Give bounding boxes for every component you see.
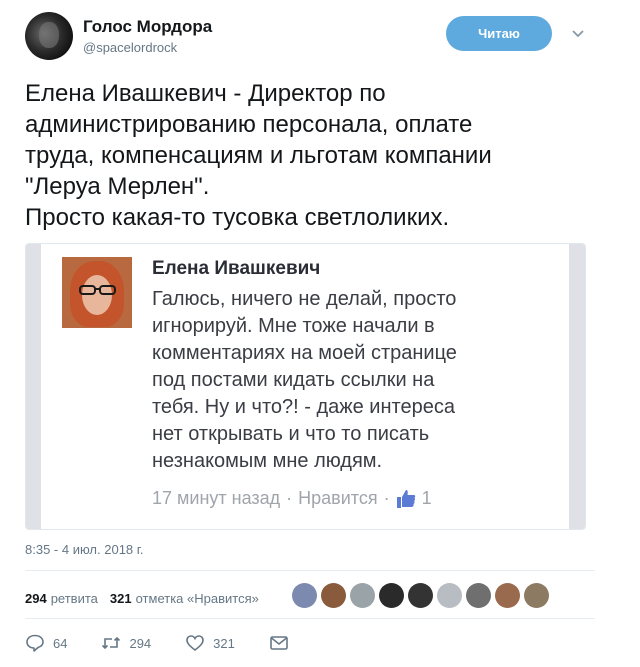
commenter-name: Елена Ивашкевич (152, 258, 321, 279)
profile-avatar[interactable] (25, 12, 73, 60)
retweets-count: 294 (25, 590, 47, 606)
meta-separator: · (286, 488, 293, 508)
likes-label: отметка «Нравится» (135, 590, 259, 606)
retweet-icon (102, 636, 121, 650)
liker-avatar[interactable] (437, 583, 462, 608)
tweet-timestamp[interactable]: 8:35 - 4 июл. 2018 г. (25, 542, 144, 557)
reply-icon (26, 634, 44, 652)
likes-count: 321 (109, 590, 132, 606)
liker-avatar[interactable] (379, 583, 404, 608)
tweet-header: Голос Мордора @spacelordrock Читаю (25, 12, 595, 64)
liker-avatar[interactable] (350, 583, 375, 608)
liker-avatar[interactable] (292, 583, 317, 608)
comment-like-count: 1 (421, 488, 432, 508)
comment-meta: 17 минут назад · Нравится · 1 (152, 488, 432, 509)
media-border-left (26, 244, 41, 529)
thumbs-up-icon (396, 489, 415, 508)
likes-stat[interactable]: 321 отметка «Нравится» (110, 591, 259, 606)
glasses-icon (79, 285, 116, 295)
tweet-stats: 294 ретвита 321 отметка «Нравится» (25, 588, 271, 608)
comment-time: 17 минут назад (152, 488, 281, 508)
media-image[interactable]: Елена Ивашкевич Галюсь, ничего не делай,… (25, 243, 586, 530)
liker-avatar[interactable] (524, 583, 549, 608)
tweet-actions: 64 294 321 (25, 632, 323, 654)
comment-body: Галюсь, ничего не делай, просто игнориру… (152, 288, 457, 472)
divider (25, 618, 595, 619)
retweet-button[interactable]: 294 (101, 633, 151, 653)
embedded-facebook-post: Елена Ивашкевич Галюсь, ничего не делай,… (41, 244, 569, 529)
heart-icon (186, 635, 204, 652)
commenter-photo (62, 257, 132, 328)
liker-avatar[interactable] (408, 583, 433, 608)
retweet-count: 294 (129, 635, 152, 651)
comment-like-label: Нравится (298, 488, 378, 508)
reply-count: 64 (53, 635, 68, 651)
like-count: 321 (213, 635, 235, 651)
liker-avatars (292, 583, 549, 609)
liker-avatar[interactable] (321, 583, 346, 608)
reply-button[interactable]: 64 (25, 633, 67, 653)
direct-message-button[interactable] (269, 633, 289, 653)
tweet-text: Елена Ивашкевич - Директор по администри… (25, 80, 492, 231)
liker-avatar[interactable] (466, 583, 491, 608)
meta-separator: · (383, 488, 390, 508)
media-border-right (569, 244, 585, 529)
envelope-icon (270, 636, 288, 650)
divider (25, 570, 595, 571)
retweets-label: ретвита (50, 590, 98, 606)
liker-avatar[interactable] (495, 583, 520, 608)
author-handle[interactable]: @spacelordrock (83, 40, 177, 55)
follow-button[interactable]: Читаю (446, 16, 552, 51)
author-name[interactable]: Голос Мордора (83, 17, 212, 37)
retweets-stat[interactable]: 294 ретвита (25, 591, 98, 606)
like-button[interactable]: 321 (185, 633, 235, 653)
chevron-down-icon[interactable] (571, 26, 585, 40)
